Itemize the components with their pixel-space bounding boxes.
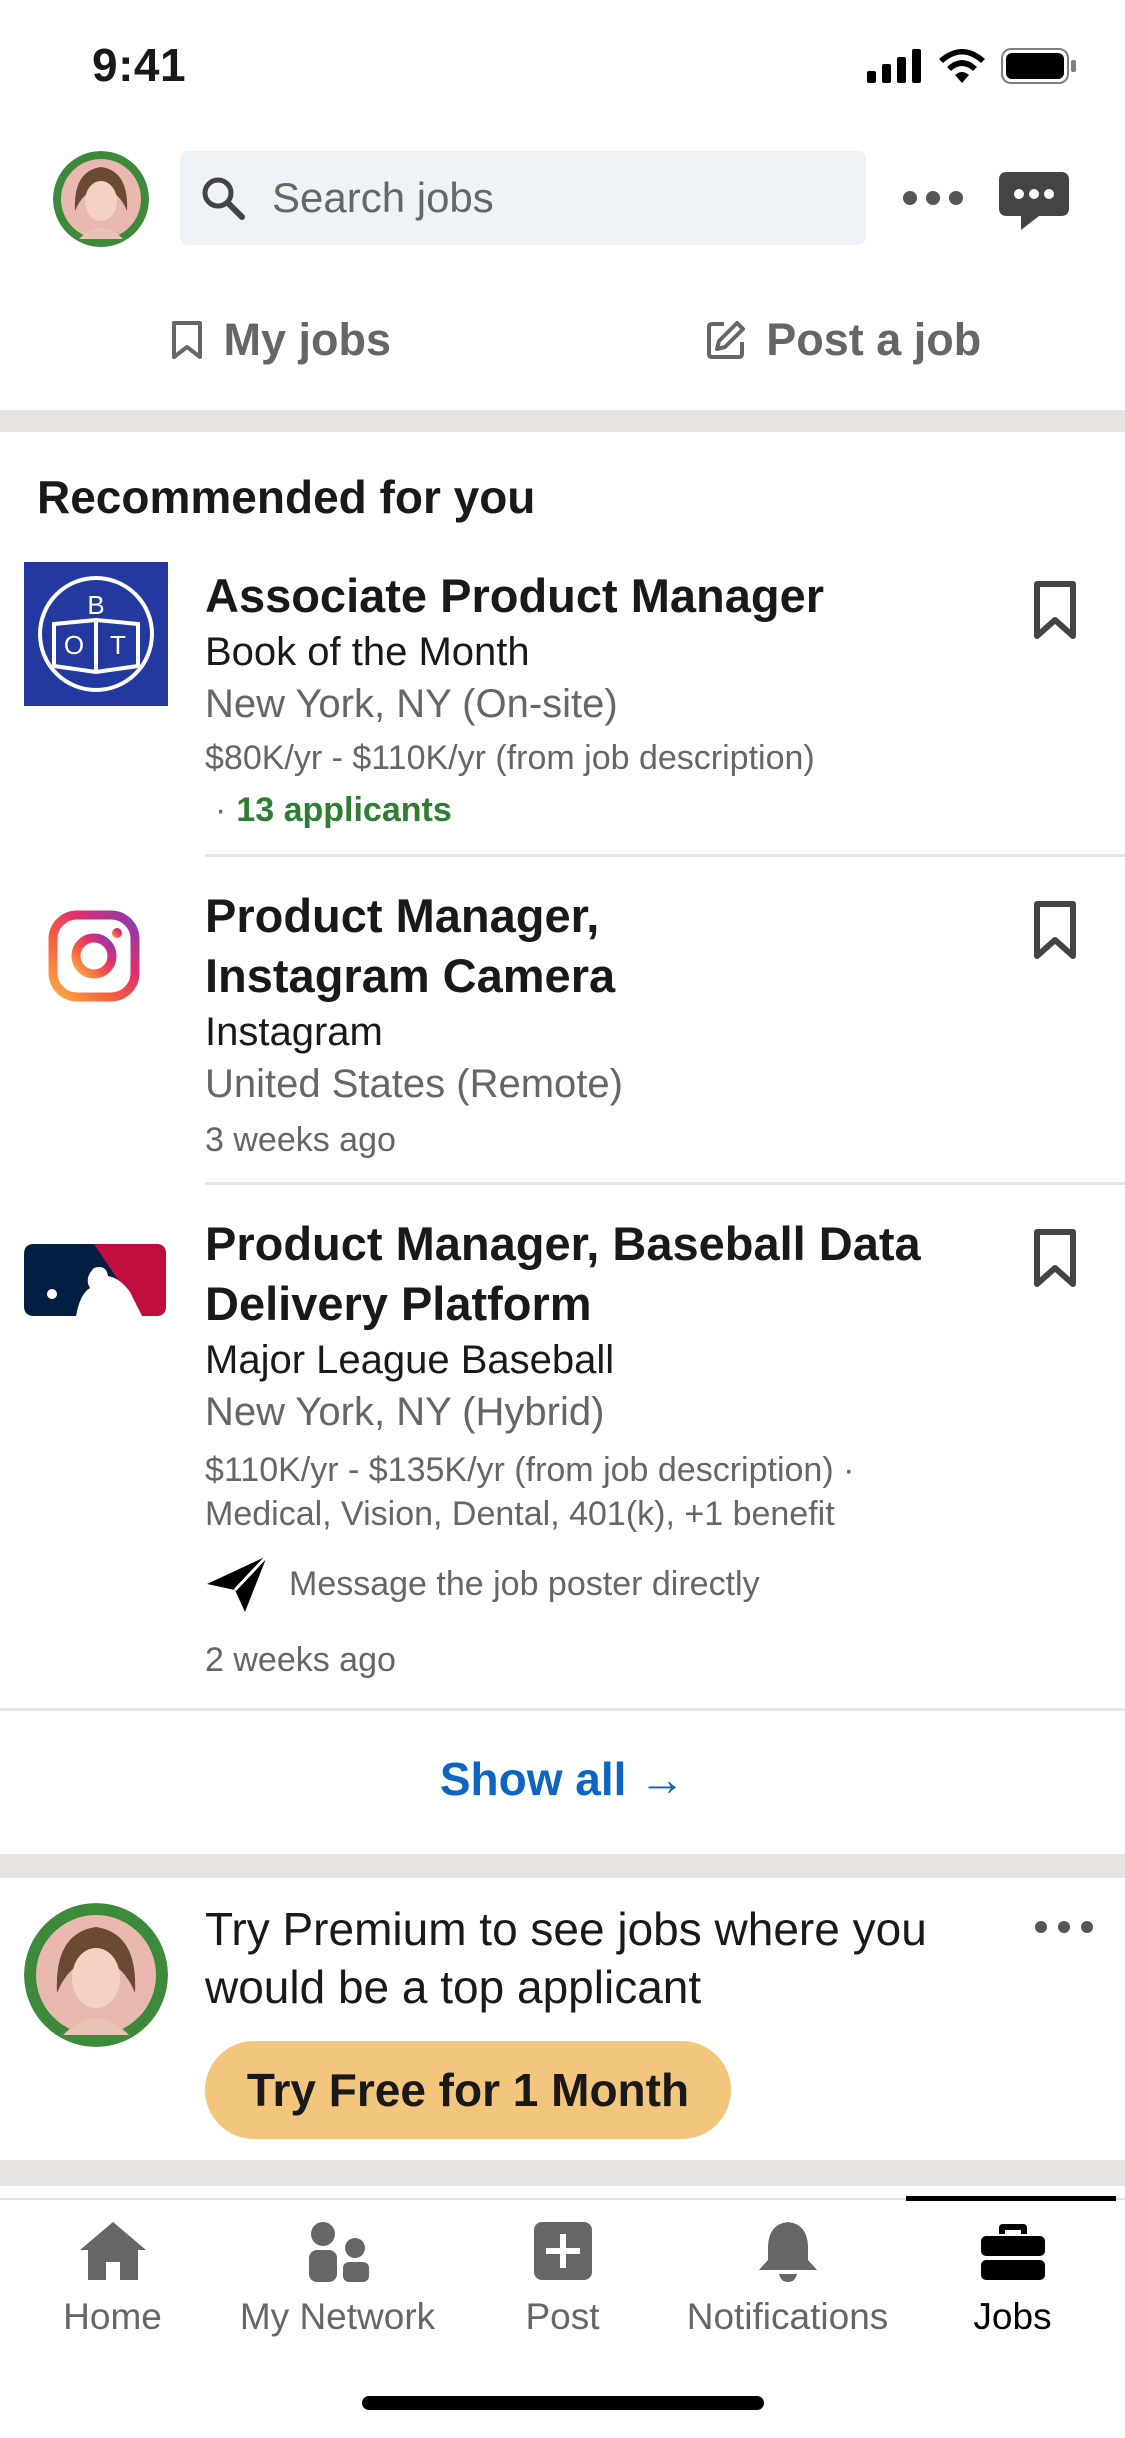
messaging-icon[interactable] bbox=[999, 172, 1069, 230]
job-salary: $110K/yr - $135K/yr (from job descriptio… bbox=[205, 1448, 985, 1492]
send-icon bbox=[205, 1554, 269, 1614]
divider bbox=[0, 1708, 1125, 1711]
bell-icon bbox=[755, 2220, 821, 2282]
status-time: 9:41 bbox=[92, 38, 186, 92]
job-company: Major League Baseball bbox=[205, 1334, 985, 1386]
job-title-line: Delivery Platform bbox=[205, 1274, 985, 1334]
jobs-tabs: My jobs Post a job bbox=[0, 300, 1125, 380]
svg-text:O: O bbox=[64, 630, 84, 660]
premium-more-options-icon[interactable] bbox=[1033, 1916, 1095, 1938]
job-posted-time: 2 weeks ago bbox=[205, 1638, 985, 1682]
home-icon bbox=[78, 2220, 148, 2282]
tab-label: My jobs bbox=[223, 314, 391, 366]
mlb-logo-icon bbox=[24, 1244, 166, 1321]
nav-jobs[interactable]: Jobs bbox=[900, 2220, 1125, 2338]
nav-notifications[interactable]: Notifications bbox=[675, 2220, 900, 2338]
applicant-count: 13 applicants bbox=[236, 784, 451, 836]
job-location: United States (Remote) bbox=[205, 1058, 985, 1110]
more-options-icon[interactable] bbox=[902, 186, 964, 210]
tab-label: Post a job bbox=[766, 314, 981, 366]
save-job-bookmark-icon[interactable] bbox=[1033, 1228, 1077, 1288]
nav-label: Notifications bbox=[687, 2296, 889, 2338]
bookmark-icon bbox=[171, 320, 203, 360]
search-input[interactable]: Search jobs bbox=[180, 151, 866, 245]
search-placeholder: Search jobs bbox=[272, 174, 494, 222]
job-company: Instagram bbox=[205, 1006, 985, 1058]
show-all-link[interactable]: Show all → bbox=[0, 1752, 1125, 1806]
search-icon bbox=[200, 175, 246, 221]
job-card[interactable]: B O T Associate Product Manager Book of … bbox=[0, 560, 1125, 856]
save-job-bookmark-icon[interactable] bbox=[1033, 900, 1077, 960]
nav-label: My Network bbox=[240, 2296, 435, 2338]
nav-post[interactable]: Post bbox=[450, 2220, 675, 2338]
premium-avatar bbox=[24, 1903, 168, 2047]
divider bbox=[205, 1182, 1125, 1185]
instagram-logo-icon bbox=[48, 910, 140, 1007]
job-location: New York, NY (On-site) bbox=[205, 678, 985, 730]
profile-avatar[interactable] bbox=[53, 151, 149, 247]
wifi-icon bbox=[939, 49, 985, 83]
nav-my-network[interactable]: My Network bbox=[225, 2220, 450, 2338]
edit-icon bbox=[706, 320, 746, 360]
tab-my-jobs[interactable]: My jobs bbox=[0, 300, 563, 380]
job-card[interactable]: Product Manager, Instagram Camera Instag… bbox=[0, 880, 1125, 1184]
home-indicator bbox=[362, 2396, 764, 2410]
job-company: Book of the Month bbox=[205, 626, 985, 678]
status-icons bbox=[867, 48, 1077, 84]
divider bbox=[205, 854, 1125, 857]
nav-home[interactable]: Home bbox=[0, 2220, 225, 2338]
message-poster-text: Message the job poster directly bbox=[289, 1562, 760, 1606]
svg-text:T: T bbox=[110, 630, 126, 660]
section-title: Recommended for you bbox=[37, 470, 535, 524]
separator-dot: · bbox=[215, 788, 226, 832]
job-title-line: Product Manager, bbox=[205, 886, 985, 946]
nav-label: Jobs bbox=[973, 2296, 1051, 2338]
section-divider bbox=[0, 410, 1125, 432]
job-salary: $80K/yr - $110K/yr (from job description… bbox=[205, 736, 985, 780]
company-logo: B O T bbox=[24, 562, 168, 711]
post-icon bbox=[532, 2220, 594, 2282]
briefcase-icon bbox=[979, 2220, 1047, 2282]
tab-post-a-job[interactable]: Post a job bbox=[563, 300, 1125, 380]
job-benefits: Medical, Vision, Dental, 401(k), +1 bene… bbox=[205, 1492, 985, 1536]
job-title: Associate Product Manager bbox=[205, 566, 985, 626]
job-title-line: Instagram Camera bbox=[205, 946, 985, 1006]
premium-promo-text: Try Premium to see jobs where you would … bbox=[205, 1900, 1005, 2016]
svg-text:B: B bbox=[87, 590, 104, 620]
network-icon bbox=[303, 2220, 373, 2282]
message-poster-row[interactable]: Message the job poster directly bbox=[205, 1554, 985, 1614]
battery-icon bbox=[1001, 48, 1077, 84]
job-card[interactable]: Product Manager, Baseball Data Delivery … bbox=[0, 1208, 1125, 1708]
job-location: New York, NY (Hybrid) bbox=[205, 1386, 985, 1438]
job-title-line: Product Manager, Baseball Data bbox=[205, 1214, 985, 1274]
cellular-signal-icon bbox=[867, 49, 923, 83]
nav-label: Home bbox=[63, 2296, 162, 2338]
section-divider bbox=[0, 1854, 1125, 1878]
save-job-bookmark-icon[interactable] bbox=[1033, 580, 1077, 640]
active-tab-indicator bbox=[906, 2196, 1116, 2201]
try-premium-button[interactable]: Try Free for 1 Month bbox=[205, 2041, 731, 2139]
section-divider bbox=[0, 2160, 1125, 2186]
bottom-navigation: Home My Network Post Notifications J bbox=[0, 2198, 1125, 2438]
job-posted-time: 3 weeks ago bbox=[205, 1118, 985, 1162]
nav-label: Post bbox=[525, 2296, 599, 2338]
